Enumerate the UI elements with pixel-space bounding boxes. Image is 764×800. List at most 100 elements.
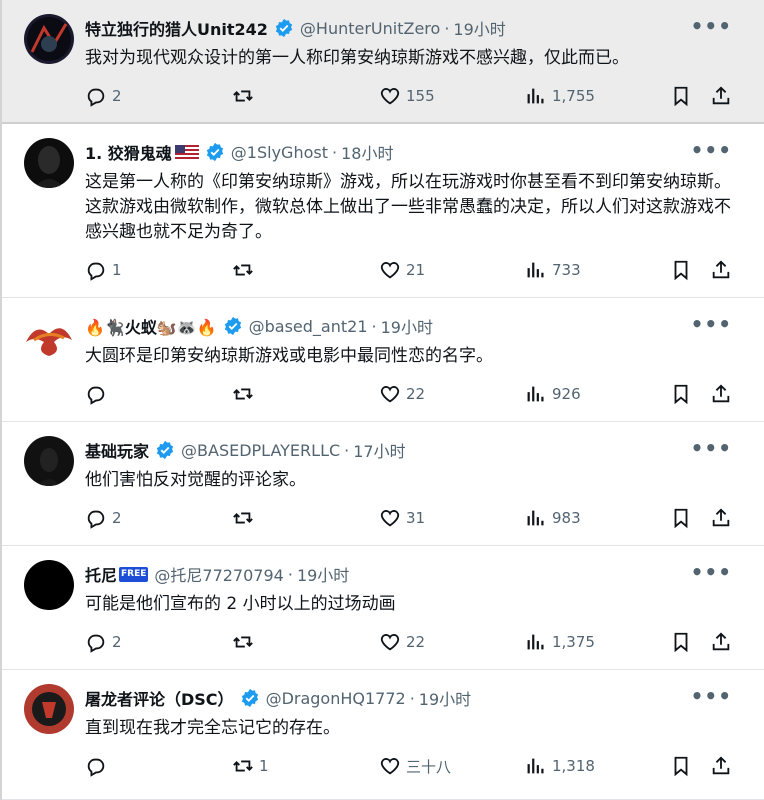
verified-icon [240, 688, 260, 708]
verified-icon [223, 316, 243, 336]
display-name[interactable]: 🔥🐈‍⬛火蚁🐿️🦝🔥 [85, 314, 217, 338]
separator-dot: · [409, 688, 415, 708]
reply-button[interactable] [85, 381, 112, 407]
views-button[interactable]: 1,318 [525, 753, 595, 779]
reply-button[interactable]: 1 [85, 257, 122, 283]
views-icon [527, 634, 544, 650]
share-button[interactable] [710, 381, 732, 407]
display-name[interactable]: 基础玩家 [85, 438, 149, 462]
post-text: 直到现在我才完全忘记它的存在。 [85, 718, 340, 738]
timestamp[interactable]: 17小时 [353, 438, 405, 462]
user-handle[interactable]: @HunterUnitZero [300, 19, 440, 38]
more-icon[interactable]: ••• [691, 560, 732, 584]
like-button[interactable]: 22 [379, 381, 425, 407]
timestamp[interactable]: 19小时 [419, 686, 471, 710]
views-count: 1,755 [552, 87, 595, 105]
bookmark-button[interactable] [670, 257, 692, 283]
repost-button[interactable] [232, 83, 259, 109]
avatar[interactable] [24, 436, 74, 486]
like-button[interactable]: 22 [379, 629, 425, 655]
separator-dot: · [331, 142, 338, 162]
like-button[interactable]: 三十八 [379, 753, 451, 779]
views-button[interactable]: 1,755 [525, 83, 595, 109]
avatar[interactable] [24, 138, 74, 188]
share-button[interactable] [710, 753, 732, 779]
like-button[interactable]: 155 [379, 83, 435, 109]
bookmark-button[interactable] [670, 83, 692, 109]
like-count: 31 [406, 509, 426, 527]
user-handle[interactable]: @DragonHQ1772 [266, 689, 406, 708]
more-icon[interactable]: ••• [691, 138, 732, 162]
bookmark-icon [674, 508, 688, 529]
more-icon[interactable]: ••• [691, 436, 732, 460]
repost-count: 1 [259, 757, 269, 775]
post-text: 我对为现代观众设计的第一人称印第安纳琼斯游戏不感兴趣，仅此而已。 [85, 48, 629, 68]
views-button[interactable]: 1,375 [525, 629, 595, 655]
avatar[interactable] [24, 312, 74, 362]
views-icon [527, 262, 544, 278]
views-button[interactable]: 733 [525, 257, 581, 283]
action-bar: 1 21 733 [85, 257, 736, 283]
post-card[interactable]: 托尼 FREE @托尼77270794 · 19小时 ••• 可能是他们宣布的 … [2, 546, 764, 670]
bookmark-button[interactable] [670, 629, 692, 655]
post-card[interactable]: 🔥🐈‍⬛火蚁🐿️🦝🔥 @based_ant21 · 19小时 ••• 大圆环是印… [2, 298, 764, 422]
timeline-feed: 特立独行的猎人Unit242 @HunterUnitZero · 19小时 ••… [0, 0, 764, 800]
bookmark-button[interactable] [670, 381, 692, 407]
timestamp[interactable]: 18小时 [341, 140, 393, 164]
post-card[interactable]: 基础玩家 @BASEDPLAYERLLC · 17小时 ••• 他们害怕反对觉醒… [2, 422, 764, 546]
like-button[interactable]: 21 [379, 257, 425, 283]
reply-button[interactable]: 2 [85, 83, 122, 109]
views-button[interactable]: 983 [525, 505, 581, 531]
repost-button[interactable] [232, 257, 259, 283]
avatar[interactable] [24, 684, 74, 734]
user-handle[interactable]: @BASEDPLAYERLLC [181, 441, 340, 460]
more-icon[interactable]: ••• [691, 684, 732, 708]
display-name[interactable]: 1. 狡猾鬼魂 [85, 140, 172, 164]
bookmark-button[interactable] [670, 753, 692, 779]
repost-button[interactable] [232, 505, 259, 531]
reply-icon [87, 634, 105, 653]
timestamp[interactable]: 19小时 [453, 16, 505, 40]
display-name[interactable]: 屠龙者评论（DSC） [85, 686, 234, 710]
avatar[interactable] [24, 560, 74, 610]
reply-button[interactable]: 2 [85, 505, 122, 531]
user-handle[interactable]: @托尼77270794 [154, 562, 283, 586]
user-handle[interactable]: @1SlyGhost [231, 143, 328, 162]
display-name[interactable]: 特立独行的猎人Unit242 [85, 16, 268, 40]
views-button[interactable]: 926 [525, 381, 581, 407]
repost-button[interactable]: 1 [232, 753, 269, 779]
action-bar: 22 926 [85, 381, 736, 407]
reply-count: 2 [112, 509, 122, 527]
post-text: 大圆环是印第安纳琼斯游戏或电影中最同性恋的名字。 [85, 346, 493, 366]
repost-button[interactable] [232, 381, 259, 407]
share-icon [712, 508, 730, 527]
reply-button[interactable]: 2 [85, 629, 122, 655]
action-bar: 2 155 1,755 [85, 83, 736, 109]
timestamp[interactable]: 19小时 [297, 562, 349, 586]
like-button[interactable]: 31 [379, 505, 425, 531]
separator-dot: · [287, 564, 293, 584]
repost-button[interactable] [232, 629, 259, 655]
post-text: 可能是他们宣布的 2 小时以上的过场动画 [85, 594, 396, 614]
like-icon [380, 262, 400, 279]
post-card[interactable]: 1. 狡猾鬼魂 @1SlyGhost · 18小时 ••• 这是第一人称的《印第… [2, 124, 764, 298]
avatar[interactable] [24, 14, 74, 64]
repost-icon [233, 264, 253, 276]
display-name[interactable]: 托尼 [85, 562, 117, 586]
share-button[interactable] [710, 257, 732, 283]
views-icon [527, 510, 544, 526]
more-icon[interactable]: ••• [691, 14, 732, 38]
share-button[interactable] [710, 629, 732, 655]
action-bar: 2 22 1,375 [85, 629, 736, 655]
post-card[interactable]: 屠龙者评论（DSC） @DragonHQ1772 · 19小时 ••• 直到现在… [2, 670, 764, 800]
reply-button[interactable] [85, 753, 112, 779]
share-icon [712, 632, 730, 651]
timestamp[interactable]: 19小时 [381, 314, 433, 338]
share-button[interactable] [710, 83, 732, 109]
share-button[interactable] [710, 505, 732, 531]
more-icon[interactable]: ••• [691, 312, 732, 336]
like-count: 155 [406, 87, 435, 105]
bookmark-button[interactable] [670, 505, 692, 531]
user-handle[interactable]: @based_ant21 [249, 317, 368, 336]
post-card[interactable]: 特立独行的猎人Unit242 @HunterUnitZero · 19小时 ••… [2, 0, 764, 124]
